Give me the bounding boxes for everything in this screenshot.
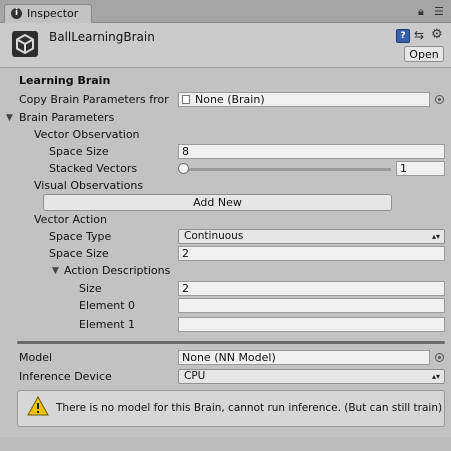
inference-device-dropdown[interactable]: CPU ▴▾ <box>178 369 445 384</box>
preset-icon[interactable]: ⇆ <box>414 28 424 42</box>
vector-observation-label: Vector Observation <box>34 128 140 141</box>
inference-device-label: Inference Device <box>19 370 112 383</box>
stacked-vectors-slider-thumb[interactable] <box>178 163 189 174</box>
unity-asset-icon <box>12 31 38 57</box>
warning-helpbox: There is no model for this Brain, cannot… <box>17 390 445 427</box>
triangle-down-icon[interactable]: ▼ <box>6 113 13 123</box>
element-0-label: Element 0 <box>79 299 136 312</box>
triangle-down-icon[interactable]: ▼ <box>52 266 59 276</box>
add-new-button[interactable]: Add New <box>43 194 392 211</box>
info-icon: i <box>11 8 22 19</box>
copy-params-field[interactable]: None (Brain) <box>178 92 430 107</box>
stacked-vectors-field[interactable]: 1 <box>396 161 445 176</box>
space-size-label: Space Size <box>49 145 109 158</box>
visual-observations-label: Visual Observations <box>34 179 144 192</box>
learning-brain-heading: Learning Brain <box>19 74 111 87</box>
stacked-vectors-label: Stacked Vectors <box>49 162 138 175</box>
object-picker-icon[interactable] <box>435 95 444 104</box>
element-0-field[interactable] <box>178 298 445 313</box>
element-1-label: Element 1 <box>79 318 136 331</box>
vector-action-label: Vector Action <box>34 213 107 226</box>
size-field[interactable]: 2 <box>178 281 445 296</box>
brain-parameters-label[interactable]: Brain Parameters <box>19 111 114 125</box>
stacked-vectors-slider-track[interactable] <box>183 168 391 171</box>
lock-icon[interactable]: 🔒︎ <box>418 5 424 19</box>
tab-inspector-label: Inspector <box>27 7 79 20</box>
element-1-field[interactable] <box>178 317 445 332</box>
object-picker-icon[interactable] <box>435 353 444 362</box>
asset-title: BallLearningBrain <box>49 30 155 44</box>
space-size-field[interactable]: 8 <box>178 144 445 159</box>
tab-bar: i Inspector 🔒︎ ☰ <box>0 0 451 23</box>
size-label: Size <box>79 282 102 295</box>
section-divider <box>17 341 445 344</box>
space-type-value: Continuous <box>184 230 244 242</box>
warning-text: There is no model for this Brain, cannot… <box>56 402 443 414</box>
action-descriptions-label[interactable]: Action Descriptions <box>64 264 170 278</box>
dropdown-arrows-icon: ▴▾ <box>431 232 440 241</box>
model-label: Model <box>19 351 53 364</box>
tab-menu-icon[interactable]: ☰ <box>434 5 444 18</box>
tab-inspector[interactable]: i Inspector <box>4 4 92 23</box>
space-type-dropdown[interactable]: Continuous ▴▾ <box>178 229 445 244</box>
space-type-label: Space Type <box>49 230 112 243</box>
inspector-header: BallLearningBrain ? ⇆ ⚙ Open <box>0 23 451 68</box>
dropdown-arrows-icon: ▴▾ <box>431 372 440 381</box>
copy-params-label: Copy Brain Parameters fror <box>19 93 169 106</box>
gear-icon[interactable]: ⚙ <box>431 27 443 42</box>
inspector-footer <box>0 437 451 451</box>
inference-device-value: CPU <box>184 370 206 382</box>
object-icon <box>182 95 190 104</box>
open-button[interactable]: Open <box>404 46 444 62</box>
help-icon[interactable]: ? <box>396 29 410 43</box>
copy-params-value: None (Brain) <box>195 93 265 106</box>
action-space-size-label: Space Size <box>49 247 109 260</box>
model-field[interactable]: None (NN Model) <box>178 350 430 365</box>
warning-icon <box>27 395 49 419</box>
action-space-size-field[interactable]: 2 <box>178 246 445 261</box>
